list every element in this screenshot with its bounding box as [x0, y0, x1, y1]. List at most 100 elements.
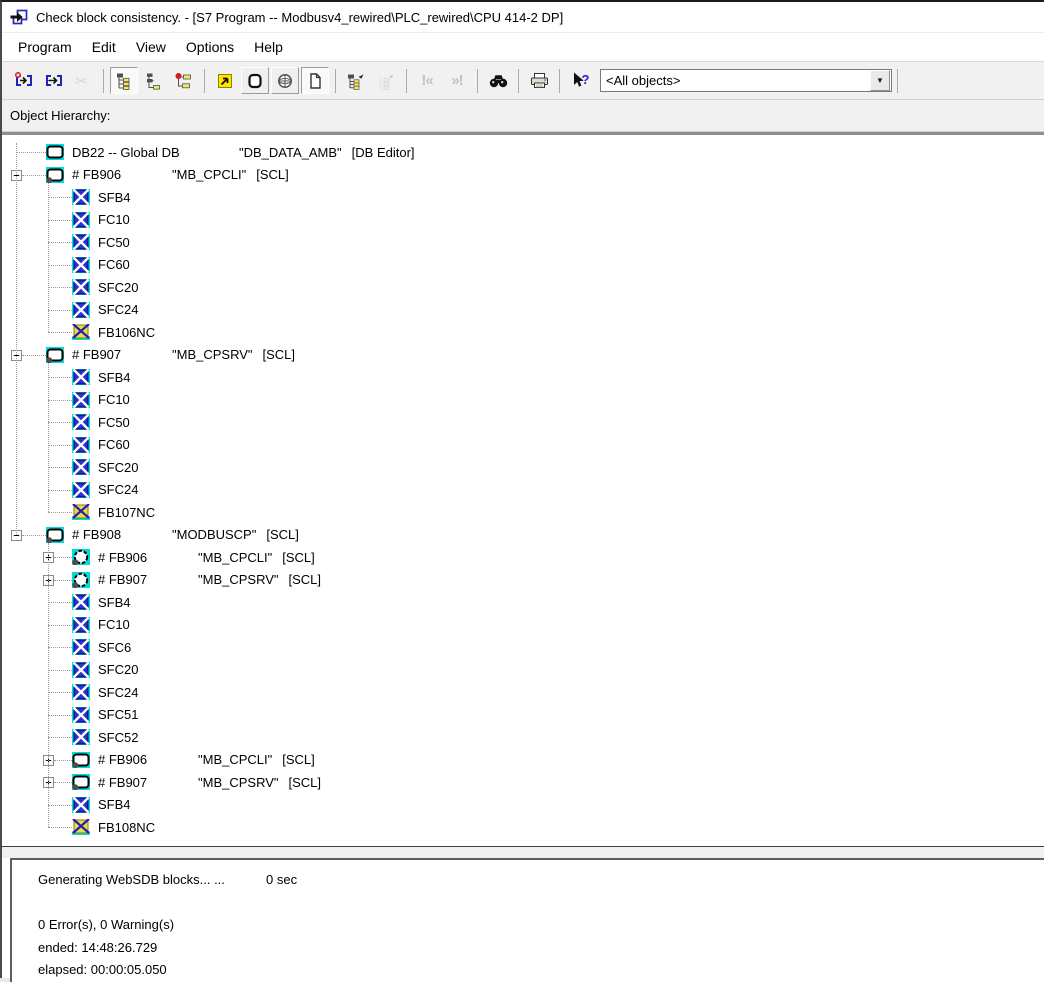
tree-connector: [22, 175, 46, 176]
tree-row-text: # FB907"MB_CPSRV"[SCL]: [98, 569, 321, 592]
tree-row-sfc24[interactable]: SFC24: [2, 681, 1044, 704]
tree-row-fb108nc[interactable]: FB108NC: [2, 816, 1044, 839]
tree-row-text: FC50: [98, 231, 130, 254]
blue-x-block-icon: [72, 392, 90, 408]
network-view-button[interactable]: [271, 67, 299, 94]
program-structure-button[interactable]: [110, 67, 138, 94]
tree-connector: [48, 377, 72, 378]
go-to-block-button[interactable]: [211, 67, 239, 94]
block-label: # FB906: [98, 550, 198, 565]
tree-row--fb908[interactable]: # FB908"MODBUSCP"[SCL]: [2, 524, 1044, 547]
tree-row-sfc24[interactable]: SFC24: [2, 479, 1044, 502]
tree-row--fb907[interactable]: # FB907"MB_CPSRV"[SCL]: [2, 569, 1044, 592]
tree-row-sfb4[interactable]: SFB4: [2, 186, 1044, 209]
tree-row-sfc51[interactable]: SFC51: [2, 704, 1044, 727]
tree-row--fb907[interactable]: # FB907"MB_CPSRV"[SCL]: [2, 344, 1044, 367]
fb-block-icon: [46, 527, 64, 543]
find-button[interactable]: [484, 67, 512, 94]
tree-connector: [48, 827, 72, 828]
tree-row-fc10[interactable]: FC10: [2, 389, 1044, 412]
next-error-button: »!: [443, 67, 471, 94]
tree-row-text: FC60: [98, 254, 130, 277]
compile-button[interactable]: [39, 67, 67, 94]
tree-row-fb106nc[interactable]: FB106NC: [2, 321, 1044, 344]
tree-trunk-line: [16, 143, 17, 535]
tree-row-sfc20[interactable]: SFC20: [2, 276, 1044, 299]
print-button[interactable]: [525, 67, 553, 94]
tree-connector: [22, 355, 46, 356]
tree-connector: [48, 242, 72, 243]
menu-item-help[interactable]: Help: [244, 36, 293, 58]
context-help-button[interactable]: ?: [566, 67, 594, 94]
tree-row-text: SFC20: [98, 276, 138, 299]
object-filter-select[interactable]: <All objects>▼: [600, 69, 892, 92]
tree-row-text: FB107NC: [98, 501, 155, 524]
tree-row-sfc20[interactable]: SFC20: [2, 659, 1044, 682]
tree-row-db22-global-db[interactable]: DB22 -- Global DB"DB_DATA_AMB"[DB Editor…: [2, 141, 1044, 164]
menu-item-edit[interactable]: Edit: [82, 36, 126, 58]
tree-connector: [48, 287, 72, 288]
tree-row-sfc24[interactable]: SFC24: [2, 299, 1044, 322]
tree-row-text: FC10: [98, 209, 130, 232]
block-editor-tag: [SCL]: [282, 752, 315, 767]
dropdown-arrow-icon[interactable]: ▼: [870, 70, 890, 91]
tree-row-text: # FB908"MODBUSCP"[SCL]: [72, 524, 299, 547]
expand-structure-button[interactable]: [342, 67, 370, 94]
tree-row-sfb4[interactable]: SFB4: [2, 366, 1044, 389]
toolbar-separator: [518, 69, 519, 93]
tree-row--fb906[interactable]: # FB906"MB_CPCLI"[SCL]: [2, 164, 1044, 187]
cross-reference-button[interactable]: [170, 67, 198, 94]
tree-row-fc10[interactable]: FC10: [2, 209, 1044, 232]
tree-row-text: FB108NC: [98, 816, 155, 839]
tree-row--fb906[interactable]: # FB906"MB_CPCLI"[SCL]: [2, 546, 1044, 569]
tree-connector: [54, 557, 72, 558]
blue-x-block-icon: [72, 279, 90, 295]
tree-connector: [48, 197, 72, 198]
check-consistency-button[interactable]: [9, 67, 37, 94]
block-symbolic-name: "DB_DATA_AMB": [239, 145, 342, 160]
tree-row-sfc52[interactable]: SFC52: [2, 726, 1044, 749]
block-label: FC60: [98, 437, 130, 452]
tree-row-text: SFC51: [98, 704, 138, 727]
menu-item-options[interactable]: Options: [176, 36, 244, 58]
multi-instance-block-icon: [72, 549, 90, 565]
tree-connector: [16, 152, 46, 153]
tree-row-fc50[interactable]: FC50: [2, 231, 1044, 254]
tree-row-fc60[interactable]: FC60: [2, 434, 1044, 457]
toolbar-separator: [559, 69, 560, 93]
block-symbolic-name: "MB_CPCLI": [198, 550, 272, 565]
tree-row-text: SFB4: [98, 591, 131, 614]
tree-connector: [48, 422, 72, 423]
block-label: SFC51: [98, 707, 138, 722]
block-symbolic-name: "MB_CPSRV": [172, 347, 253, 362]
menu-item-view[interactable]: View: [126, 36, 176, 58]
output-text: elapsed: 00:00:05.050: [38, 962, 167, 977]
tree-row-sfc6[interactable]: SFC6: [2, 636, 1044, 659]
block-view-button[interactable]: [241, 67, 269, 94]
tree-row-sfb4[interactable]: SFB4: [2, 591, 1044, 614]
tree-connector: [48, 670, 72, 671]
tree-row--fb907[interactable]: # FB907"MB_CPSRV"[SCL]: [2, 771, 1044, 794]
tree-row-fc10[interactable]: FC10: [2, 614, 1044, 637]
tree-row-fc50[interactable]: FC50: [2, 411, 1044, 434]
tree-row-sfb4[interactable]: SFB4: [2, 794, 1044, 817]
find-icon: [488, 71, 509, 90]
call-structure-button[interactable]: [140, 67, 168, 94]
tree-row-fc60[interactable]: FC60: [2, 254, 1044, 277]
tree-row-text: # FB906"MB_CPCLI"[SCL]: [98, 749, 315, 772]
tree-row--fb906[interactable]: # FB906"MB_CPCLI"[SCL]: [2, 749, 1044, 772]
block-editor-tag: [SCL]: [289, 572, 322, 587]
source-view-button[interactable]: [301, 67, 329, 94]
db-block-icon: [46, 144, 64, 160]
tree-row-text: FC10: [98, 614, 130, 637]
tree-row-fb107nc[interactable]: FB107NC: [2, 501, 1044, 524]
tree-row-sfc20[interactable]: SFC20: [2, 456, 1044, 479]
blue-x-block-icon: [72, 594, 90, 610]
output-text: Generating WebSDB blocks... ...: [38, 869, 266, 892]
menu-item-program[interactable]: Program: [8, 36, 82, 58]
output-text: ended: 14:48:26.729: [38, 940, 157, 955]
block-label: # FB907: [98, 572, 198, 587]
horizontal-splitter[interactable]: [2, 846, 1044, 858]
tree-connector: [48, 467, 72, 468]
object-hierarchy-header: Object Hierarchy:: [2, 100, 1044, 131]
